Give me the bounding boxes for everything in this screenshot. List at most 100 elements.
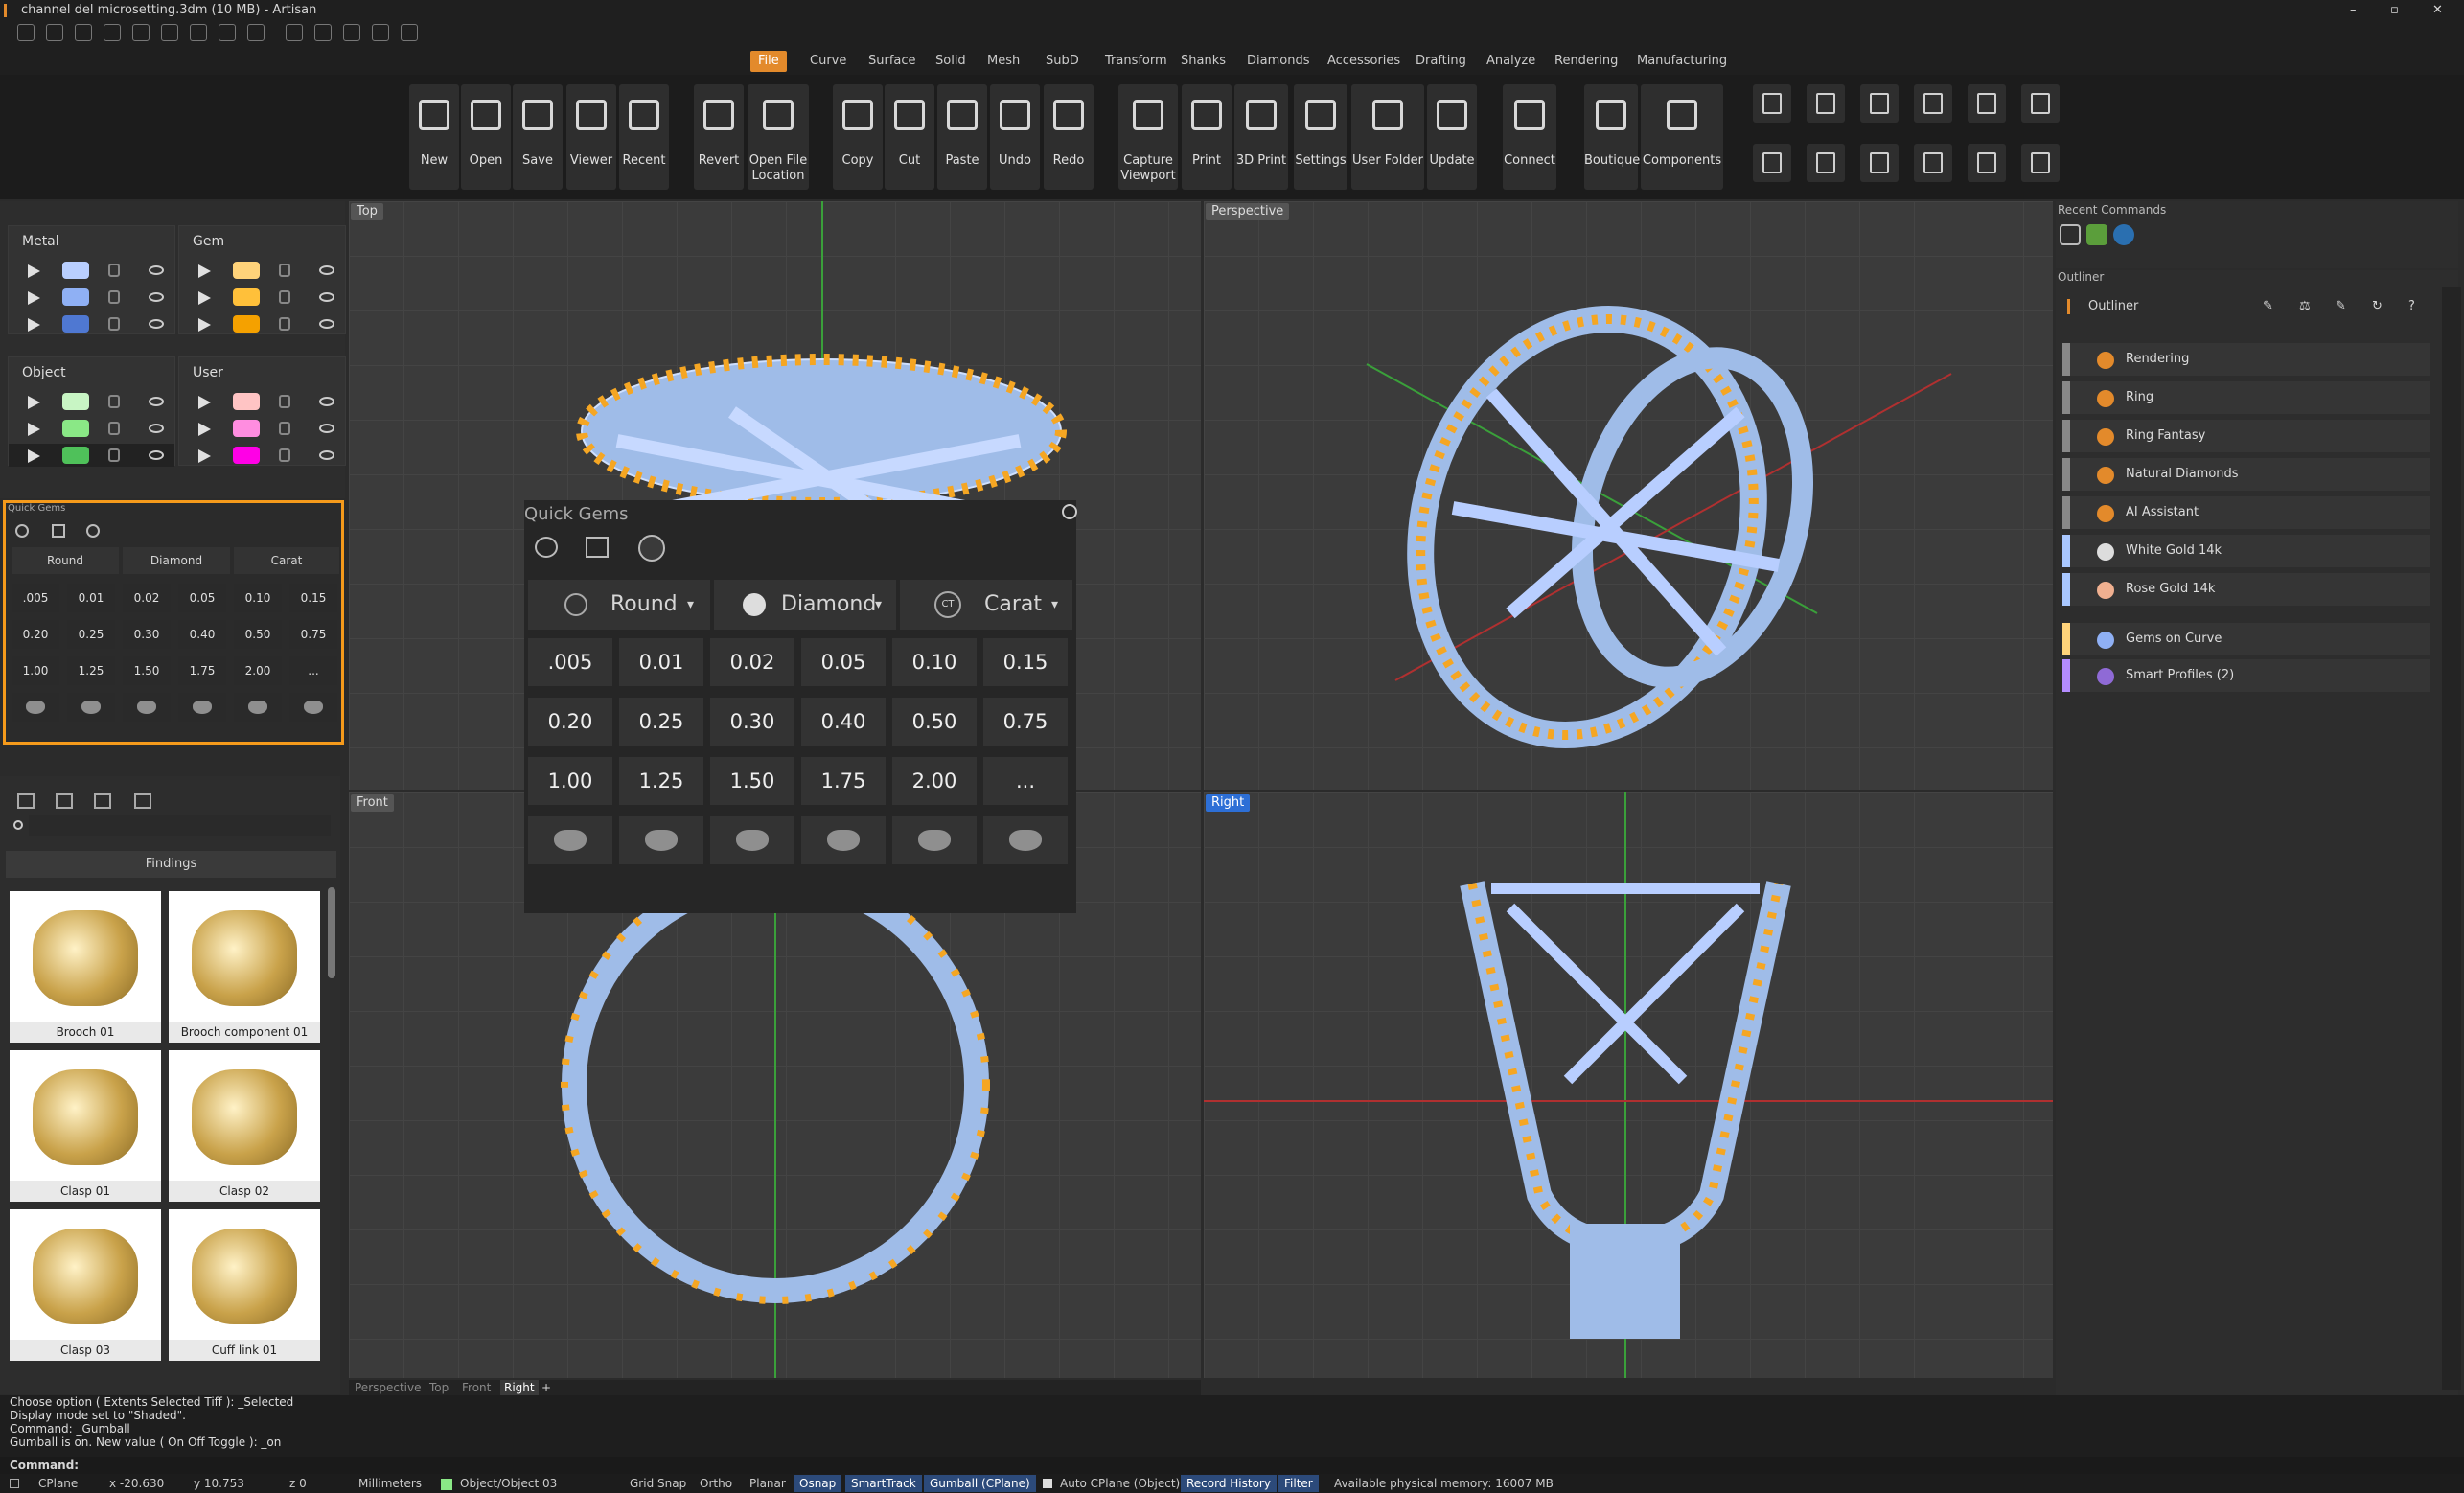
library-edit-icon[interactable] (94, 793, 111, 809)
auto-cplane-checkbox[interactable] (1043, 1479, 1052, 1488)
gem-size-button[interactable]: 0.15 (983, 638, 1068, 686)
library-add-icon[interactable] (56, 793, 73, 809)
tab-manufacturing[interactable]: Manufacturing (1629, 51, 1735, 72)
recent-button[interactable]: Recent (619, 84, 669, 190)
gem-tool-icon[interactable] (15, 524, 29, 538)
outliner-item[interactable]: Ring (2062, 381, 2430, 414)
color-swatch[interactable] (62, 393, 89, 410)
eye-icon[interactable] (319, 450, 334, 460)
tab-mesh[interactable]: Mesh (979, 51, 1027, 72)
library-grid-icon[interactable] (134, 793, 151, 809)
qa-gem-icon[interactable] (314, 24, 332, 41)
eye-icon[interactable] (319, 319, 334, 329)
cut-button[interactable]: Cut (885, 84, 934, 190)
eye-icon[interactable] (149, 319, 164, 329)
gem-size-button[interactable]: 0.02 (710, 638, 794, 686)
shape-dropdown[interactable]: Round ▾ (528, 580, 710, 630)
gem-size-button[interactable]: 0.02 (123, 584, 171, 612)
outliner-item[interactable]: White Gold 14k (2062, 535, 2430, 567)
recent-command-sphere-icon[interactable] (2113, 224, 2134, 245)
gem-size-button[interactable]: 1.00 (12, 656, 59, 685)
gem-size-button[interactable]: 1.75 (801, 757, 886, 805)
3d-print-button[interactable]: 3D Print (1234, 84, 1288, 190)
color-swatch[interactable] (233, 447, 260, 464)
planar-toggle[interactable]: Planar (749, 1474, 786, 1493)
qa-open-icon[interactable] (46, 24, 63, 41)
eye-icon[interactable] (319, 292, 334, 302)
layer-row[interactable] (9, 444, 174, 467)
tab-file[interactable]: File (750, 51, 787, 72)
qa-settings-icon[interactable] (401, 24, 418, 41)
gem-setting-button[interactable] (710, 816, 794, 864)
gem-setting-button[interactable] (619, 816, 703, 864)
pencil-icon[interactable]: ✎ (2336, 293, 2346, 320)
open-button[interactable]: Open (461, 84, 511, 190)
lock-icon[interactable] (279, 395, 290, 408)
lock-icon[interactable] (108, 448, 120, 462)
components-button[interactable]: Components (1641, 84, 1723, 190)
gem-size-button[interactable]: 0.15 (289, 584, 337, 612)
osnap-toggle[interactable]: Osnap (794, 1475, 842, 1492)
smarttrack-toggle[interactable]: SmartTrack (845, 1475, 922, 1492)
current-layer[interactable]: Object/Object 03 (460, 1474, 557, 1493)
layer-row[interactable] (9, 259, 174, 282)
gem-setting-button[interactable] (528, 816, 612, 864)
color-swatch[interactable] (62, 288, 89, 306)
lock-icon[interactable] (108, 317, 120, 331)
play-icon[interactable] (198, 396, 211, 409)
maximize-button[interactable]: ▫ (2390, 0, 2399, 21)
library-search-input[interactable] (29, 815, 331, 836)
color-swatch[interactable] (233, 288, 260, 306)
eye-icon[interactable] (149, 450, 164, 460)
ortho-toggle[interactable]: Ortho (700, 1474, 732, 1493)
library-item[interactable]: Cuff link 01 (169, 1209, 320, 1361)
library-scrollbar[interactable] (328, 887, 335, 978)
eye-icon[interactable] (319, 424, 334, 433)
open-file-location-button[interactable]: Open File Location (748, 84, 809, 190)
cplane-label[interactable]: CPlane (38, 1474, 78, 1493)
layer-row[interactable] (9, 286, 174, 309)
gem-size-button[interactable]: 0.50 (234, 620, 282, 649)
shape-dropdown[interactable]: Round (12, 547, 119, 574)
gem-probe-icon[interactable] (52, 524, 65, 538)
gem-size-button[interactable]: 1.00 (528, 757, 612, 805)
play-icon[interactable] (28, 291, 40, 305)
play-icon[interactable] (28, 264, 40, 278)
qa-undo-icon[interactable] (104, 24, 121, 41)
capture-viewport-button[interactable]: Capture Viewport (1118, 84, 1178, 190)
tool-button-5[interactable] (1968, 84, 2006, 123)
gem-size-button[interactable]: .005 (528, 638, 612, 686)
gem-size-button[interactable]: 0.20 (528, 698, 612, 746)
gem-size-button[interactable]: 0.30 (710, 698, 794, 746)
gem-setting-button[interactable] (892, 816, 977, 864)
tool-button-1[interactable] (1753, 84, 1791, 123)
qa-copy-icon[interactable] (219, 24, 236, 41)
gem-size-button[interactable]: ... (289, 656, 337, 685)
gem-size-button[interactable]: 0.05 (801, 638, 886, 686)
add-viewport-icon[interactable]: + (541, 1380, 551, 1395)
viewport-right[interactable]: Right (1204, 792, 2053, 1378)
redo-button[interactable]: Redo (1044, 84, 1094, 190)
layer-row[interactable] (179, 390, 345, 413)
library-item[interactable]: Clasp 01 (10, 1050, 161, 1202)
tool-button-3[interactable] (1860, 84, 1899, 123)
gumball-toggle[interactable]: Gumball (CPlane) (924, 1475, 1036, 1492)
tool-button-6[interactable] (2021, 84, 2060, 123)
tab-solid[interactable]: Solid (928, 51, 974, 72)
tool-button-7[interactable] (1753, 144, 1791, 182)
gem-setting-button[interactable] (289, 693, 337, 722)
new-button[interactable]: New (409, 84, 459, 190)
library-item[interactable]: Clasp 03 (10, 1209, 161, 1361)
viewport-perspective[interactable]: Perspective (1204, 201, 2053, 790)
gem-size-button[interactable]: 1.50 (123, 656, 171, 685)
gear-icon[interactable] (1062, 504, 1077, 519)
tab-diamonds[interactable]: Diamonds (1239, 51, 1317, 72)
outliner-item[interactable]: AI Assistant (2062, 496, 2430, 529)
gem-size-button[interactable]: 0.20 (12, 620, 59, 649)
outliner-item[interactable]: Ring Fantasy (2062, 420, 2430, 452)
qa-redo-icon[interactable] (132, 24, 150, 41)
tool-button-11[interactable] (1968, 144, 2006, 182)
lock-icon[interactable] (108, 422, 120, 435)
gem-setting-button[interactable] (178, 693, 226, 722)
save-button[interactable]: Save (513, 84, 563, 190)
